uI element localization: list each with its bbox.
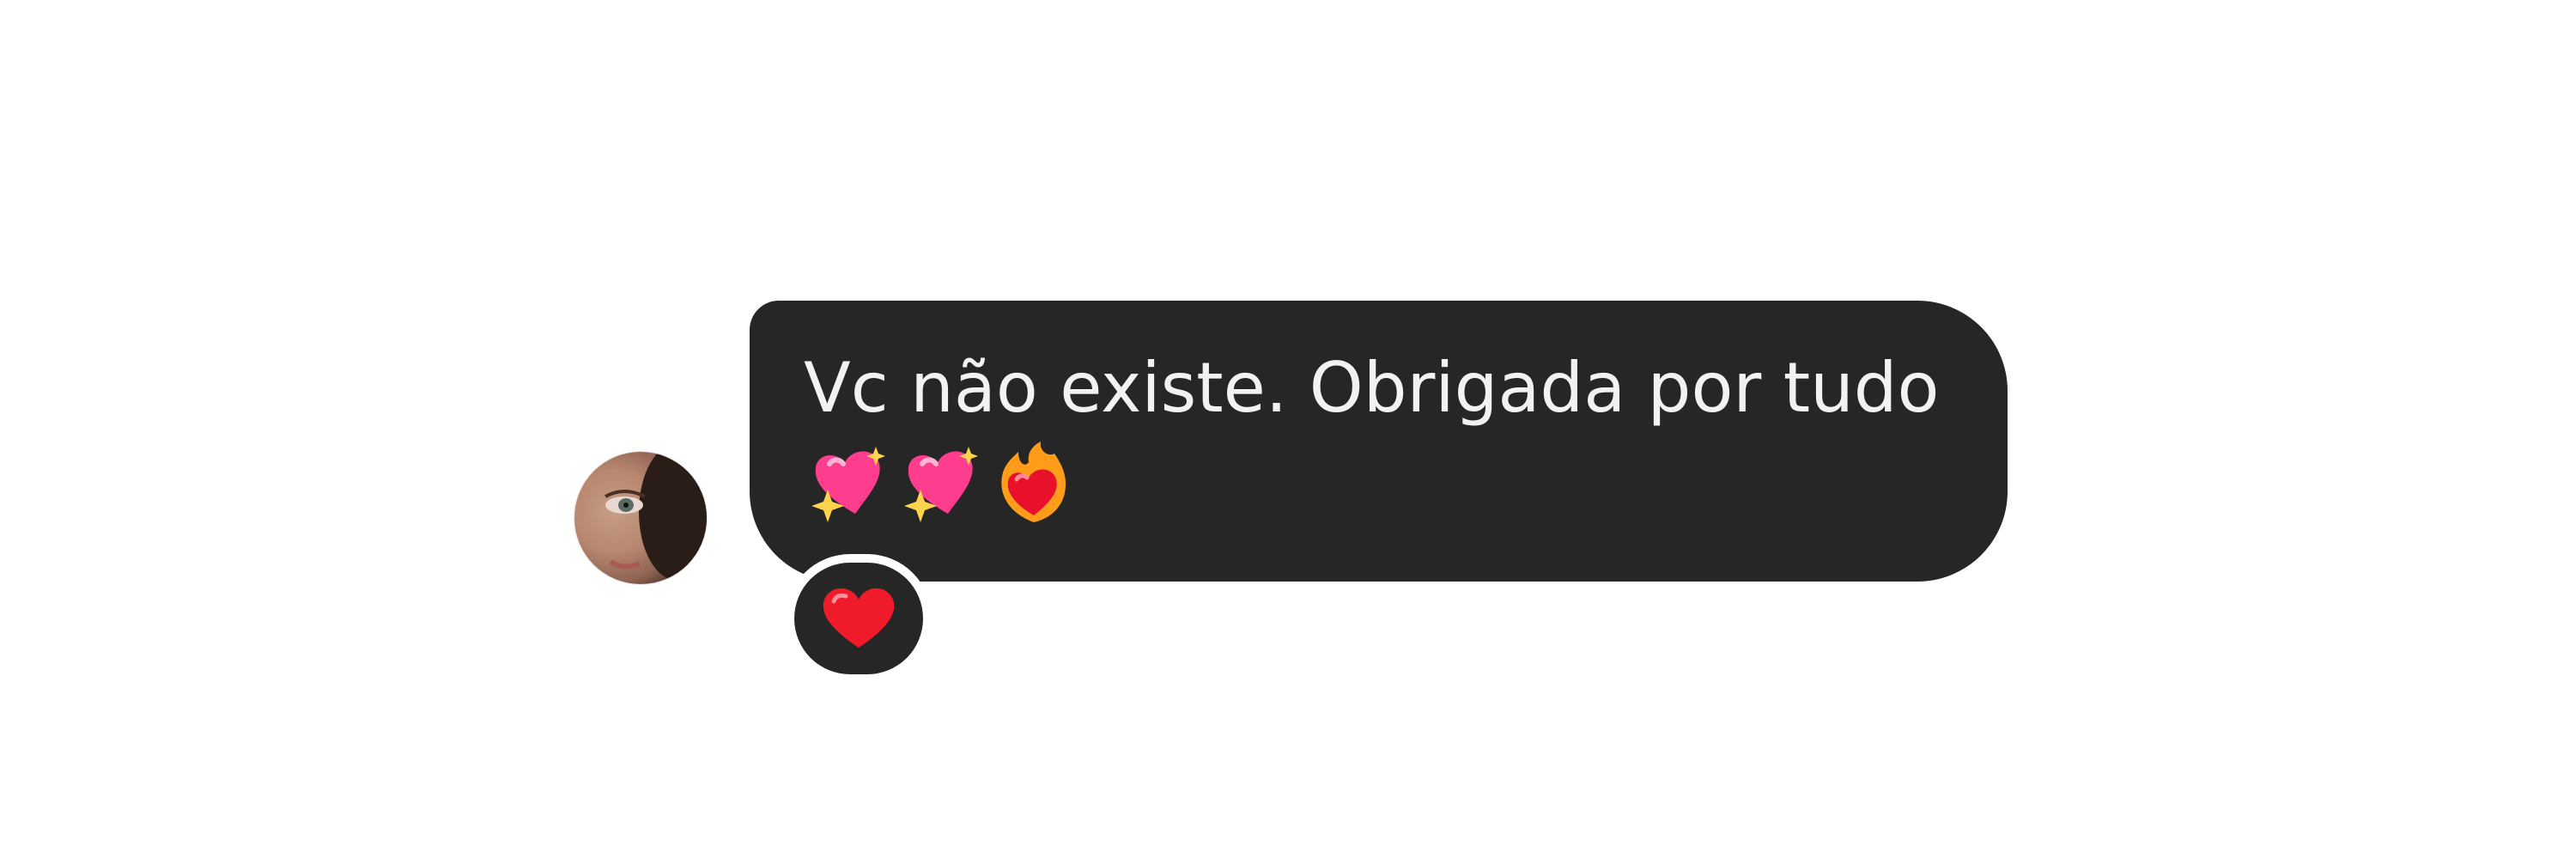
message-text: Vc não existe. Obrigada por tudo	[804, 348, 1940, 428]
sparkling-heart-icon	[896, 438, 986, 527]
message-row: Vc não existe. Obrigada por tudo	[0, 0, 2576, 859]
red-heart-icon	[820, 582, 897, 655]
avatar[interactable]	[574, 452, 707, 584]
sparkling-heart-icon	[804, 438, 893, 527]
emoji-line	[804, 440, 1956, 526]
message-bubble[interactable]: Vc não existe. Obrigada por tudo	[750, 301, 2008, 582]
heart-on-fire-icon	[989, 438, 1078, 527]
reaction-badge[interactable]	[794, 563, 923, 674]
avatar-photo	[605, 452, 707, 581]
